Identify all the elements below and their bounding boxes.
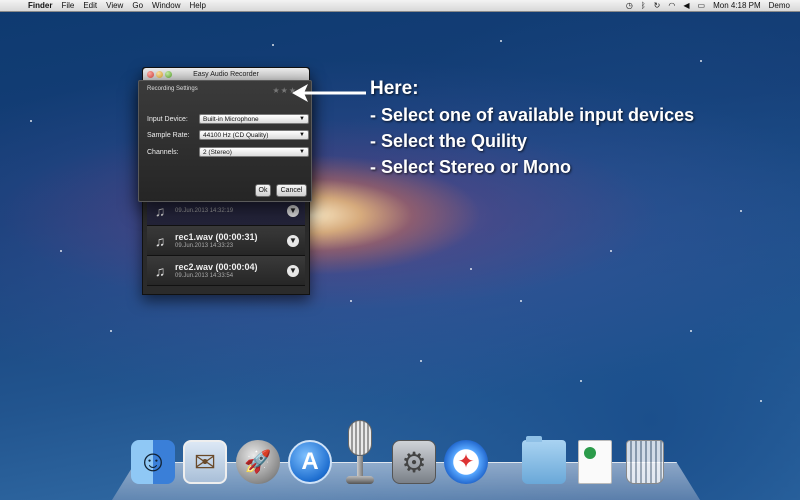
recording-date: 09.Jun.2013 14:33:54 [175, 273, 234, 279]
annotation-text: Here: - Select one of available input de… [370, 78, 694, 178]
sample-rate-label: Sample Rate: [147, 131, 190, 139]
chevron-down-icon: ▼ [299, 132, 305, 138]
channels-select[interactable]: 2 (Stereo) ▼ [199, 147, 309, 157]
list-item[interactable]: ♫ rec1.wav (00:00:31) 09.Jun.2013 14:33:… [147, 226, 305, 256]
recording-name: rec1.wav (00:00:31) [175, 232, 258, 242]
wifi-icon[interactable]: ◠ [668, 1, 675, 10]
channels-row: Channels: 2 (Stereo) ▼ [147, 147, 309, 157]
chevron-down-icon[interactable]: ▼ [287, 235, 299, 247]
menu-clock[interactable]: Mon 4:18 PM [713, 1, 761, 10]
recording-date: 09.Jun.2013 14:33:23 [175, 243, 234, 249]
menu-edit[interactable]: Edit [83, 1, 97, 10]
menu-window[interactable]: Window [152, 1, 180, 10]
menu-app-name[interactable]: Finder [28, 1, 52, 10]
menu-file[interactable]: File [61, 1, 74, 10]
window-title: Easy Audio Recorder [193, 71, 259, 78]
mail-icon[interactable] [183, 440, 227, 484]
cancel-button[interactable]: Cancel [276, 184, 307, 197]
bluetooth-icon[interactable]: ᛒ [641, 1, 646, 10]
annotation-arrow-icon [292, 84, 366, 102]
close-window-icon[interactable] [147, 71, 154, 78]
menu-bar-status: ◷ ᛒ ↻ ◠ ◀ ▭ Mon 4:18 PM Demo [618, 1, 790, 10]
audio-file-icon: ♫ [154, 202, 166, 219]
menu-user[interactable]: Demo [769, 1, 790, 10]
microphone-icon[interactable] [340, 420, 380, 486]
annotation-line-1: - Select one of available input devices [370, 105, 695, 125]
input-device-label: Input Device: [147, 115, 188, 123]
system-preferences-icon[interactable] [392, 440, 436, 484]
time-machine-icon[interactable]: ◷ [626, 1, 633, 10]
chevron-down-icon: ▼ [299, 116, 305, 122]
menu-view[interactable]: View [106, 1, 123, 10]
sample-rate-select[interactable]: 44100 Hz (CD Quality) ▼ [199, 130, 309, 140]
zoom-window-icon[interactable] [165, 71, 172, 78]
safari-icon[interactable] [444, 440, 488, 484]
recordings-list: ♫ 09.Jun.2013 14:32:19 ▼ ♫ rec1.wav (00:… [147, 196, 305, 286]
chevron-down-icon[interactable]: ▼ [287, 205, 299, 217]
sync-icon[interactable]: ↻ [654, 1, 661, 10]
input-device-select[interactable]: Built-in Microphone ▼ [199, 114, 309, 124]
minimize-window-icon[interactable] [156, 71, 163, 78]
star-field [0, 0, 800, 500]
annotation-heading: Here: [370, 78, 419, 99]
recording-name: rec2.wav (00:00:04) [175, 262, 258, 272]
launchpad-icon[interactable] [236, 440, 280, 484]
channels-label: Channels: [147, 148, 179, 156]
battery-icon[interactable]: ▭ [698, 1, 706, 10]
finder-icon[interactable] [131, 440, 175, 484]
list-item[interactable]: ♫ rec2.wav (00:00:04) 09.Jun.2013 14:33:… [147, 256, 305, 286]
sample-rate-value: 44100 Hz (CD Quality) [203, 132, 269, 139]
chevron-down-icon: ▼ [299, 149, 305, 155]
trash-icon[interactable] [626, 440, 664, 484]
channels-value: 2 (Stereo) [203, 149, 232, 156]
dialog-title: Recording Settings [147, 86, 198, 92]
input-device-row: Input Device: Built-in Microphone ▼ [147, 114, 309, 124]
sample-rate-row: Sample Rate: 44100 Hz (CD Quality) ▼ [147, 130, 309, 140]
menu-go[interactable]: Go [132, 1, 143, 10]
recording-settings-dialog: Recording Settings ★★★ Input Device: Bui… [138, 80, 312, 202]
ok-button[interactable]: Ok [255, 184, 271, 197]
recording-date: 09.Jun.2013 14:32:19 [175, 208, 234, 214]
input-device-value: Built-in Microphone [203, 116, 259, 123]
document-icon[interactable] [578, 440, 612, 484]
volume-icon[interactable]: ◀ [683, 1, 689, 10]
audio-file-icon: ♫ [154, 262, 166, 279]
annotation-line-3: - Select Stereo or Mono [370, 157, 572, 177]
chevron-down-icon[interactable]: ▼ [287, 265, 299, 277]
menu-bar: Finder File Edit View Go Window Help ◷ ᛒ… [0, 0, 800, 12]
menu-help[interactable]: Help [189, 1, 205, 10]
annotation-line-2: - Select the Quility [370, 131, 528, 151]
folder-icon[interactable] [522, 436, 566, 484]
audio-file-icon: ♫ [154, 232, 166, 249]
app-store-icon[interactable] [288, 440, 332, 484]
